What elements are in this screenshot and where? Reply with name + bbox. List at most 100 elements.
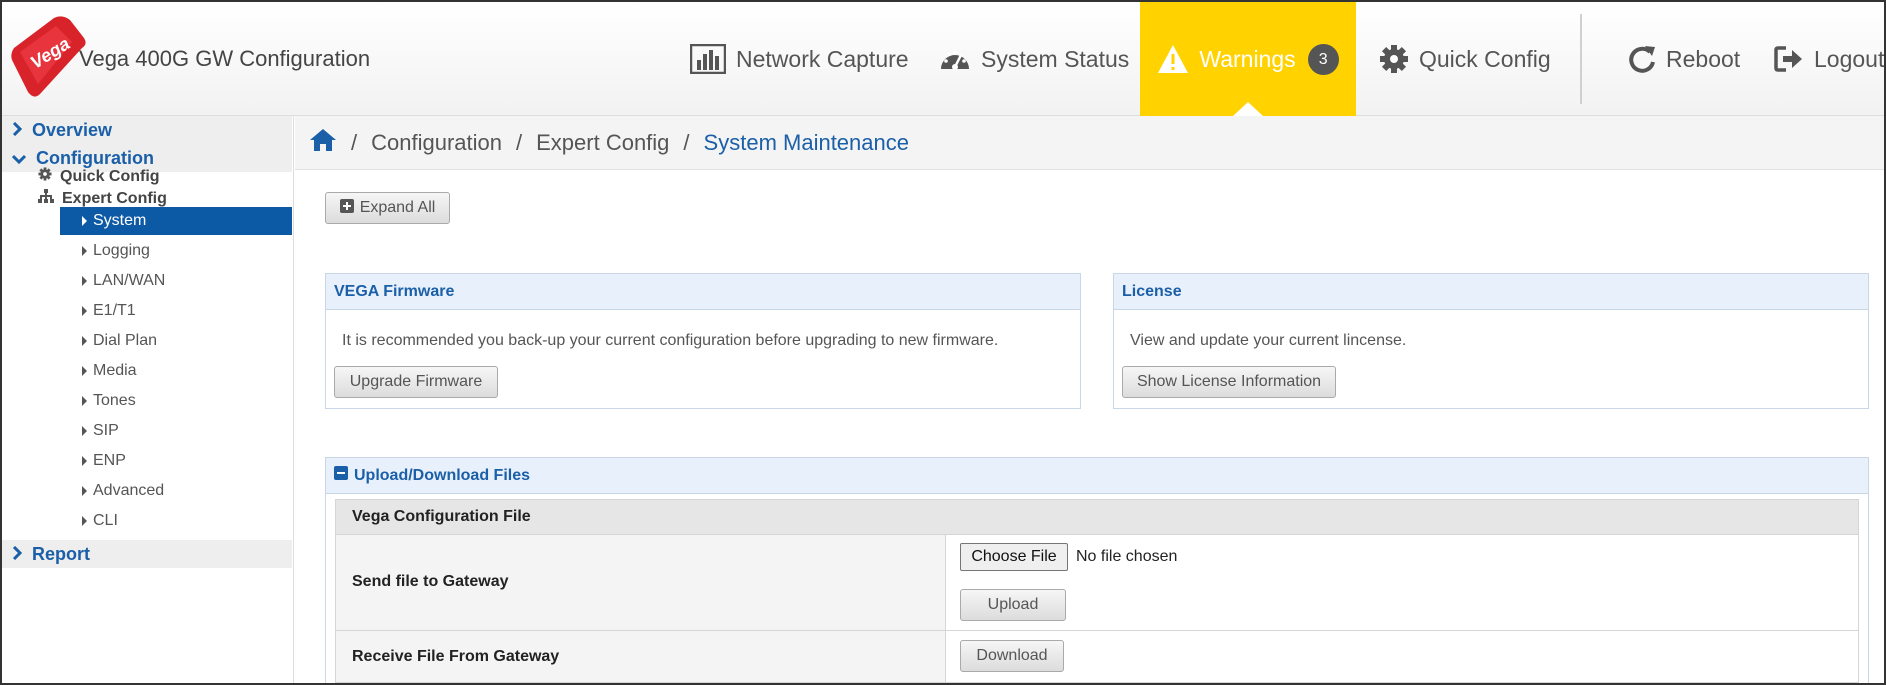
caret-right-icon (82, 336, 87, 346)
sidebar-item-sip[interactable]: SIP (60, 417, 292, 445)
sidebar-item-label: System (93, 212, 147, 229)
caret-right-icon (82, 426, 87, 436)
license-note: View and update your current lincense. (1130, 332, 1407, 349)
table-row: Send file to Gateway Choose File No file… (335, 535, 1859, 631)
warning-icon (1157, 44, 1189, 74)
nav-label: Logout (1814, 45, 1885, 72)
breadcrumb-system-maintenance: System Maintenance (703, 129, 909, 155)
breadcrumb-expert-config[interactable]: Expert Config (536, 130, 669, 156)
button-label: Download (976, 647, 1048, 664)
receive-file-controls: Download (945, 631, 1858, 682)
firmware-panel-title: VEGA Firmware (326, 274, 1080, 310)
sidebar-item-e1-t1[interactable]: E1/T1 (60, 297, 292, 325)
refresh-icon (1628, 44, 1656, 74)
upload-button[interactable]: Upload (960, 589, 1066, 621)
sidebar: Overview Configuration Quick Config Expe… (2, 116, 294, 683)
sidebar-section-label: Overview (32, 119, 113, 140)
breadcrumb-configuration[interactable]: Configuration (371, 130, 502, 156)
sidebar-item-media[interactable]: Media (60, 357, 292, 385)
send-file-label: Send file to Gateway (352, 573, 509, 590)
dashboard-icon (939, 45, 971, 73)
sidebar-sub-label: Expert Config (62, 189, 167, 207)
sidebar-item-advanced[interactable]: Advanced (60, 477, 292, 505)
sidebar-quick-config[interactable]: Quick Config (38, 167, 160, 186)
sidebar-item-dial-plan[interactable]: Dial Plan (60, 327, 292, 355)
breadcrumb: / Configuration / Expert Config / System… (295, 116, 1884, 170)
sidebar-item-label: E1/T1 (93, 302, 136, 319)
firmware-panel: VEGA Firmware It is recommended you back… (325, 273, 1081, 409)
nav-label: Warnings (1199, 45, 1296, 72)
vega-config-file-table: Vega Configuration File Send file to Gat… (335, 499, 1859, 683)
sidebar-item-system[interactable]: System (60, 207, 292, 235)
caret-right-icon (82, 276, 87, 286)
caret-right-icon (82, 306, 87, 316)
sidebar-section-label: Report (32, 543, 90, 564)
caret-right-icon (82, 486, 87, 496)
plus-square-icon (339, 198, 354, 218)
upload-download-header[interactable]: Upload/Download Files (326, 458, 1868, 494)
sidebar-item-label: Tones (93, 392, 136, 409)
chevron-right-icon (12, 544, 23, 565)
nav-label: Quick Config (1419, 45, 1551, 72)
sidebar-overview[interactable]: Overview (2, 116, 292, 144)
breadcrumb-separator: / (351, 129, 358, 155)
sidebar-item-logging[interactable]: Logging (60, 237, 292, 265)
license-panel-title: License (1114, 274, 1868, 310)
sidebar-item-label: ENP (93, 452, 126, 469)
gear-icon (1379, 44, 1409, 74)
top-header: Vega Vega 400G GW Configuration Network … (2, 2, 1884, 116)
expand-all-button[interactable]: Expand All (325, 192, 450, 224)
sidebar-section-label: Configuration (36, 147, 154, 168)
sidebar-report[interactable]: Report (2, 540, 292, 568)
sidebar-item-tones[interactable]: Tones (60, 387, 292, 415)
sitemap-icon (38, 189, 54, 208)
breadcrumb-separator: / (516, 129, 523, 155)
button-label: Upgrade Firmware (349, 373, 483, 390)
sidebar-item-enp[interactable]: ENP (60, 447, 292, 475)
app-window: Vega Vega 400G GW Configuration Network … (0, 0, 1886, 685)
nav-warnings[interactable]: Warnings 3 (1140, 2, 1356, 116)
panel-title-text: VEGA Firmware (334, 282, 455, 300)
nav-quick-config[interactable]: Quick Config (1379, 2, 1551, 116)
home-icon[interactable] (309, 128, 337, 158)
button-label: Show License Information (1136, 373, 1322, 390)
choose-file-button[interactable]: Choose File (960, 543, 1068, 571)
sidebar-expert-config[interactable]: Expert Config (38, 189, 167, 208)
send-file-controls: Choose File No file chosen Upload (945, 535, 1858, 630)
license-panel: License View and update your current lin… (1113, 273, 1869, 409)
nav-logout[interactable]: Logout (1774, 2, 1884, 116)
table-row: Receive File From Gateway Download (335, 631, 1859, 683)
caret-right-icon (82, 216, 87, 226)
sidebar-item-label: CLI (93, 512, 118, 529)
nav-network-capture[interactable]: Network Capture (690, 2, 909, 116)
nav-reboot[interactable]: Reboot (1628, 2, 1740, 116)
download-button[interactable]: Download (960, 640, 1064, 672)
logout-icon (1774, 45, 1804, 73)
sidebar-sub-label: Quick Config (60, 167, 160, 185)
receive-file-label: Receive File From Gateway (352, 648, 560, 665)
caret-right-icon (82, 366, 87, 376)
breadcrumb-separator: / (683, 129, 690, 155)
gear-icon (38, 167, 52, 186)
sidebar-item-label: Logging (93, 242, 150, 259)
show-license-button[interactable]: Show License Information (1122, 366, 1336, 398)
bar-chart-icon (690, 44, 726, 74)
chevron-down-icon (11, 148, 27, 169)
warnings-count-badge: 3 (1307, 43, 1339, 75)
file-chosen-status: No file chosen (1076, 548, 1178, 565)
nav-label: Reboot (1666, 45, 1741, 72)
nav-label: Network Capture (736, 45, 909, 72)
sidebar-item-label: Dial Plan (93, 332, 158, 349)
firmware-note: It is recommended you back-up your curre… (342, 332, 999, 349)
vega-logo[interactable]: Vega (10, 14, 90, 98)
nav-system-status[interactable]: System Status (939, 2, 1129, 116)
sidebar-item-lan-wan[interactable]: LAN/WAN (60, 267, 292, 295)
sidebar-item-label: SIP (93, 422, 119, 439)
button-label: Upload (987, 596, 1039, 613)
upgrade-firmware-button[interactable]: Upgrade Firmware (334, 366, 498, 398)
sidebar-item-label: LAN/WAN (93, 272, 166, 289)
sidebar-item-cli[interactable]: CLI (60, 507, 292, 535)
minus-square-icon (334, 466, 348, 485)
panel-title-text: License (1122, 282, 1182, 300)
caret-right-icon (82, 396, 87, 406)
